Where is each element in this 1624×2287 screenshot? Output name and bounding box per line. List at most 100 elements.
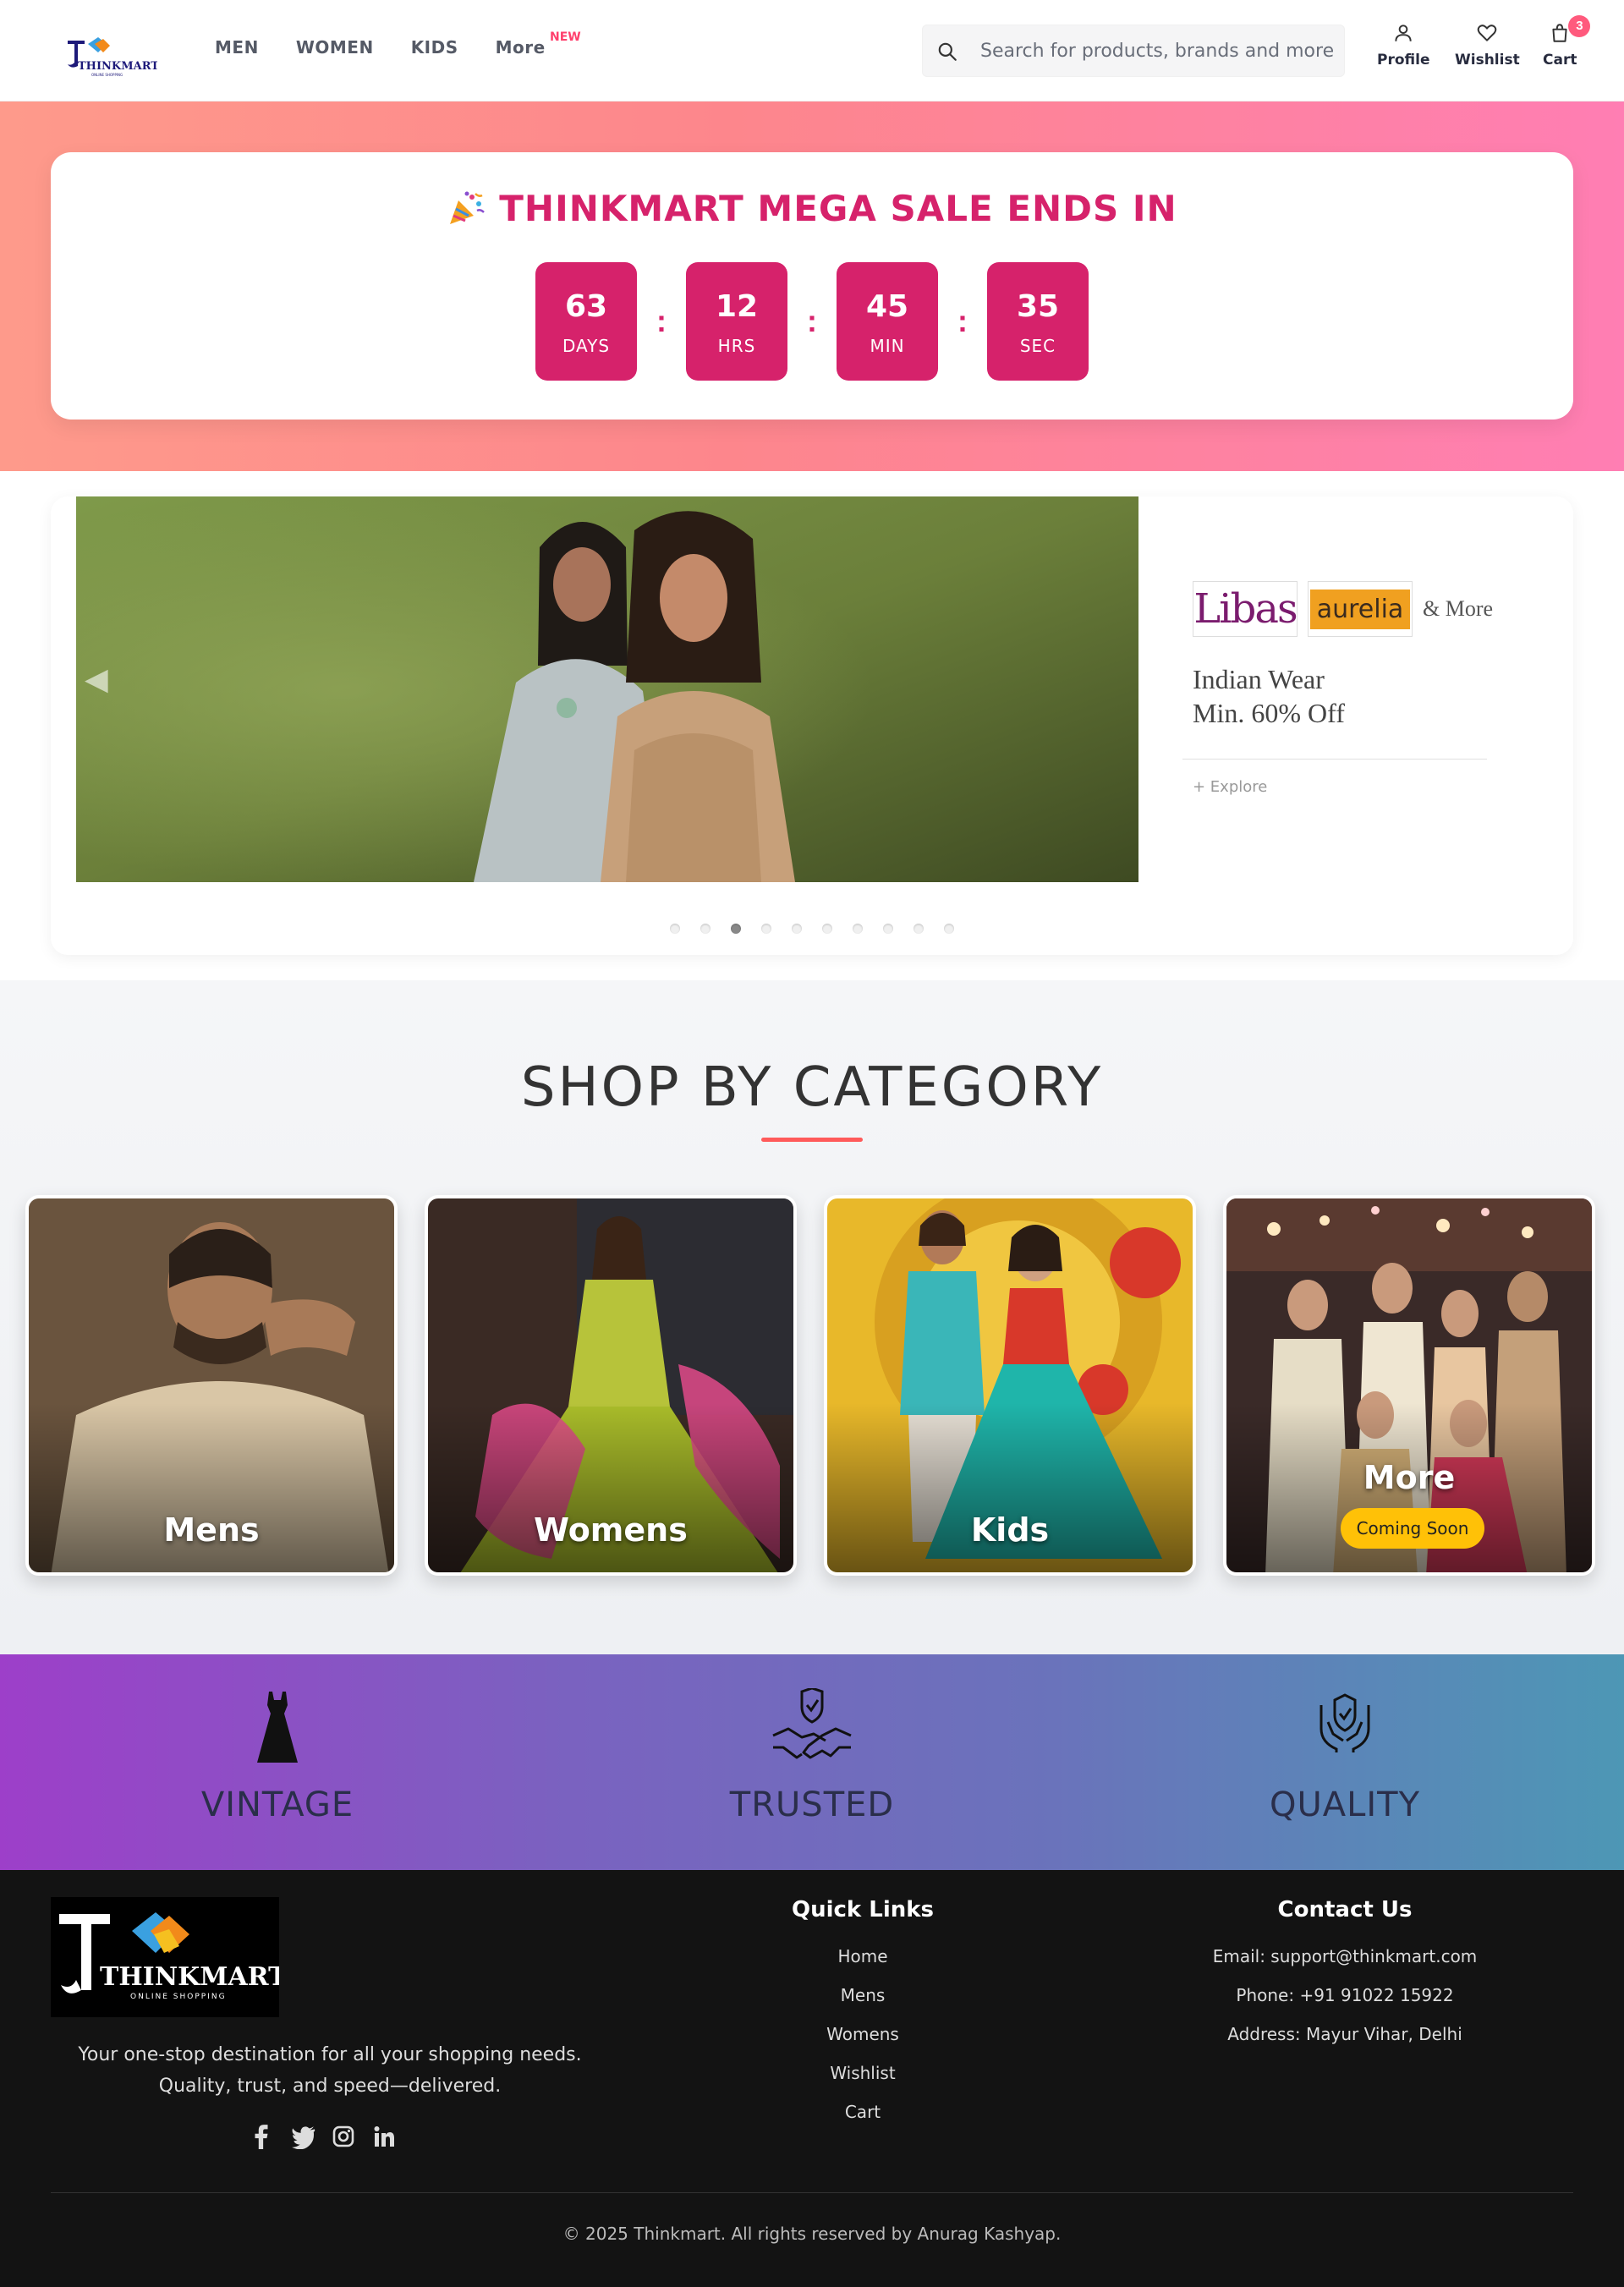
carousel-dot[interactable] xyxy=(914,924,924,934)
bag-icon xyxy=(1552,24,1567,42)
brand-aurelia-logo[interactable]: aurelia xyxy=(1308,581,1413,637)
divider xyxy=(1182,759,1487,760)
seconds-value: 35 xyxy=(1016,289,1060,324)
minutes-unit: MIN xyxy=(870,336,905,356)
contact-address: Address: Mayur Vihar, Delhi xyxy=(1227,2024,1462,2044)
thinkmart-logo[interactable]: THINKMART ONLINE SHOPPING xyxy=(63,32,157,80)
brand-libas-logo[interactable]: Libas xyxy=(1193,581,1298,637)
facebook-icon[interactable] xyxy=(250,2124,272,2149)
nav-women[interactable]: WOMEN xyxy=(296,37,374,58)
days-value: 63 xyxy=(564,289,608,324)
category-label: More xyxy=(1363,1459,1456,1496)
footer-description: Your one-stop destination for all your s… xyxy=(78,2044,582,2097)
linkedin-icon[interactable] xyxy=(372,2124,394,2149)
logo-tagline: ONLINE SHOPPING xyxy=(91,73,123,77)
carousel-dot[interactable] xyxy=(731,924,741,934)
countdown-separator: : xyxy=(807,304,817,338)
hours-unit: HRS xyxy=(717,336,756,356)
user-icon xyxy=(1395,25,1412,41)
carousel-dot[interactable] xyxy=(944,924,954,934)
offer-line-2: Min. 60% Off xyxy=(1193,698,1345,728)
contact-title: Contact Us xyxy=(1277,1897,1413,1922)
carousel-dot[interactable] xyxy=(670,924,680,934)
explore-link[interactable]: + Explore xyxy=(1193,778,1531,796)
days-unit: DAYS xyxy=(562,336,611,356)
profile-button[interactable]: Profile xyxy=(1377,22,1429,69)
nav-more-label: More xyxy=(495,37,546,58)
minutes-value: 45 xyxy=(865,289,909,324)
features-band: VINTAGE TRUSTED QUALITY xyxy=(0,1654,1624,1870)
handshake-shield-icon xyxy=(772,1686,852,1759)
footer-divider xyxy=(51,2192,1573,2193)
cart-button[interactable]: 3 Cart xyxy=(1543,15,1591,69)
twitter-icon[interactable] xyxy=(291,2124,315,2150)
instagram-icon[interactable] xyxy=(332,2124,354,2149)
social-links xyxy=(250,2124,394,2150)
quick-links-title: Quick Links xyxy=(791,1897,935,1922)
title-underline xyxy=(761,1138,863,1142)
feature-label: QUALITY xyxy=(1269,1785,1421,1824)
cart-count-badge: 3 xyxy=(1568,15,1591,37)
countdown-days: 63 DAYS xyxy=(535,262,637,381)
section-title: SHOP BY CATEGORY xyxy=(520,1056,1104,1119)
carousel-dot[interactable] xyxy=(700,924,710,934)
sale-countdown-banner: THINKMART MEGA SALE ENDS IN 63 DAYS : 12… xyxy=(0,101,1624,471)
footer-link-womens[interactable]: Womens xyxy=(736,2024,990,2044)
carousel-dot[interactable] xyxy=(761,924,771,934)
feature-vintage: VINTAGE xyxy=(108,1688,447,1824)
search-icon[interactable] xyxy=(936,41,958,63)
carousel-prev-arrow[interactable]: ◀ xyxy=(85,661,108,697)
party-popper-icon xyxy=(450,191,486,224)
category-label: Mens xyxy=(163,1511,260,1549)
contact-phone: Phone: +91 91022 15922 xyxy=(1236,1985,1454,2005)
footer-link-wishlist[interactable]: Wishlist xyxy=(736,2063,990,2083)
search-input[interactable] xyxy=(980,25,1336,76)
footer-logo[interactable]: THINKMART ONLINE SHOPPING xyxy=(51,1897,279,2017)
category-card-womens[interactable]: Womens xyxy=(425,1195,797,1576)
hero-carousel: ◀ Libas aurelia & More Indian Wear Min. … xyxy=(51,496,1573,955)
brand-more-text: & More xyxy=(1423,596,1494,621)
category-card-kids[interactable]: Kids xyxy=(824,1195,1196,1576)
feature-label: VINTAGE xyxy=(200,1785,354,1824)
countdown-title-text: THINKMART MEGA SALE ENDS IN xyxy=(499,188,1177,229)
hero-offer-panel: Libas aurelia & More Indian Wear Min. 60… xyxy=(1182,581,1531,796)
countdown-seconds: 35 SEC xyxy=(987,262,1089,381)
carousel-dot[interactable] xyxy=(822,924,832,934)
category-card-more[interactable]: More Coming Soon xyxy=(1223,1195,1595,1576)
wishlist-label: Wishlist xyxy=(1455,52,1520,69)
footer-link-cart[interactable]: Cart xyxy=(736,2102,990,2122)
cart-label: Cart xyxy=(1543,52,1577,69)
hours-value: 12 xyxy=(715,289,759,324)
carousel-dot[interactable] xyxy=(792,924,802,934)
brand-row: Libas aurelia & More xyxy=(1193,581,1531,637)
footer-logo-tagline: ONLINE SHOPPING xyxy=(130,1993,227,2001)
hero-banner-image[interactable] xyxy=(76,496,1138,882)
carousel-dot[interactable] xyxy=(853,924,863,934)
logo-wordmark: THINKMART xyxy=(78,60,157,73)
feature-trusted: TRUSTED xyxy=(643,1686,981,1824)
seconds-unit: SEC xyxy=(1019,336,1056,356)
countdown-minutes: 45 MIN xyxy=(837,262,938,381)
search-bar xyxy=(922,25,1345,77)
aurelia-text: aurelia xyxy=(1309,589,1411,629)
profile-label: Profile xyxy=(1377,52,1430,69)
nav-men[interactable]: MEN xyxy=(215,37,259,58)
dress-icon xyxy=(257,1692,298,1763)
copyright-text: © 2025 Thinkmart. All rights reserved by… xyxy=(562,2224,1062,2244)
footer-logo-wordmark: THINKMART xyxy=(100,1962,279,1992)
shop-by-category-section: SHOP BY CATEGORY Mens Womens Kids More C… xyxy=(0,980,1624,1654)
nav-more[interactable]: More NEW xyxy=(495,30,581,58)
category-card-mens[interactable]: Mens xyxy=(25,1195,398,1576)
nav-kids[interactable]: KIDS xyxy=(411,37,458,58)
feature-label: TRUSTED xyxy=(729,1785,895,1824)
footer-link-mens[interactable]: Mens xyxy=(736,1985,990,2005)
footer-link-home[interactable]: Home xyxy=(736,1946,990,1966)
feature-quality: QUALITY xyxy=(1176,1688,1514,1824)
offer-line-1: Indian Wear xyxy=(1193,664,1325,694)
hero-offer-text: Indian Wear Min. 60% Off xyxy=(1193,662,1531,730)
carousel-dot[interactable] xyxy=(883,924,893,934)
carousel-dots xyxy=(51,924,1573,934)
main-nav: MEN WOMEN KIDS More NEW xyxy=(215,30,583,58)
countdown-separator: : xyxy=(957,304,968,338)
wishlist-button[interactable]: Wishlist xyxy=(1455,22,1520,69)
